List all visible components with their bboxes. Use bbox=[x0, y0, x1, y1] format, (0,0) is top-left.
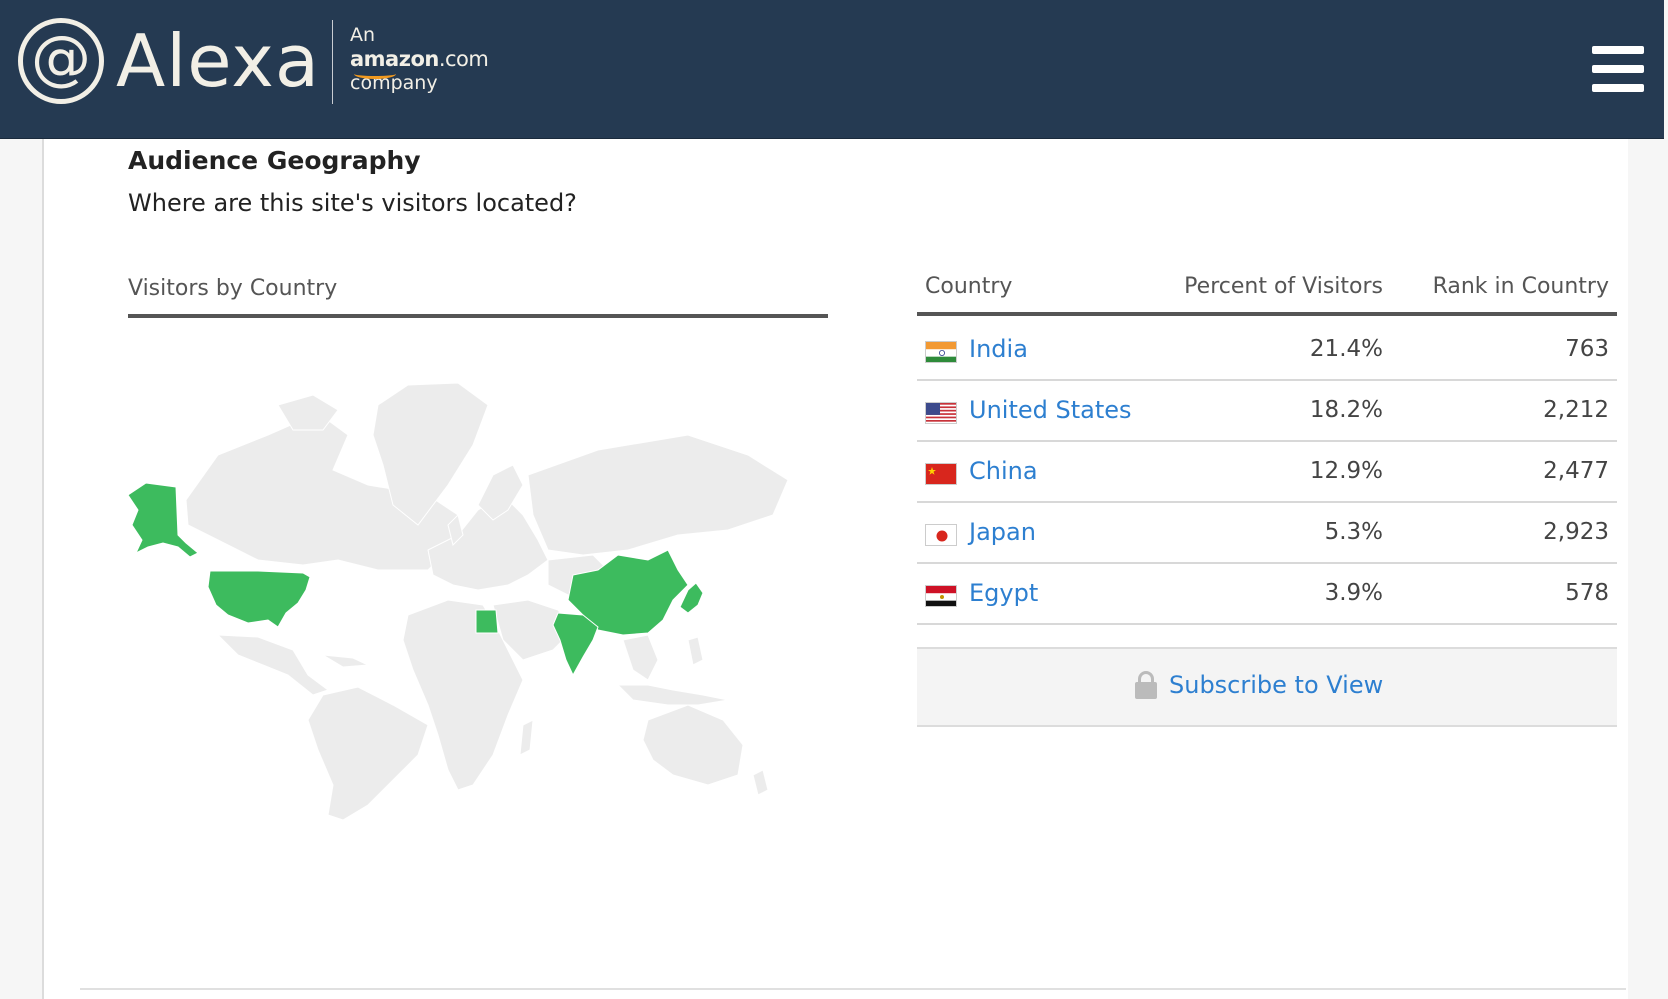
table-row: Japan 5.3% 2,923 bbox=[917, 503, 1617, 564]
country-link-india[interactable]: India bbox=[969, 335, 1028, 363]
subscribe-label: Subscribe to View bbox=[1169, 671, 1384, 699]
subscribe-content: Subscribe to View bbox=[1135, 671, 1383, 699]
table-row: Egypt 3.9% 578 bbox=[917, 564, 1617, 625]
logo-divider bbox=[332, 20, 333, 104]
map-madagascar bbox=[519, 719, 534, 756]
map-southeast-asia bbox=[622, 634, 659, 681]
map-new-zealand bbox=[752, 769, 769, 796]
map-egypt-highlight[interactable] bbox=[475, 609, 499, 634]
amazon-text: amazon bbox=[350, 46, 439, 71]
column-header-percent: Percent of Visitors bbox=[1184, 274, 1383, 299]
section-divider bbox=[80, 988, 1626, 990]
map-mexico bbox=[216, 634, 330, 696]
country-link-china[interactable]: China bbox=[969, 457, 1038, 485]
rank-value: 2,212 bbox=[1543, 397, 1609, 423]
india-flag-icon bbox=[925, 341, 957, 363]
map-australia bbox=[642, 704, 744, 786]
percent-value: 21.4% bbox=[1309, 336, 1383, 362]
map-indonesia bbox=[616, 684, 729, 706]
country-link-egypt[interactable]: Egypt bbox=[969, 579, 1038, 607]
top-nav-bar: @ Alexa An amazon.com company bbox=[0, 0, 1664, 139]
amazon-com-text: .com bbox=[438, 46, 489, 71]
rank-value: 578 bbox=[1565, 580, 1609, 606]
alexa-wordmark: Alexa bbox=[116, 19, 321, 103]
us-flag-icon bbox=[925, 402, 957, 424]
map-philippines bbox=[687, 636, 704, 666]
alexa-logo[interactable]: @ Alexa bbox=[18, 18, 320, 104]
map-united-states-highlight[interactable] bbox=[207, 570, 311, 628]
map-russia bbox=[527, 434, 789, 556]
map-caribbean bbox=[322, 654, 370, 668]
china-flag-icon bbox=[925, 463, 957, 485]
rank-value: 2,477 bbox=[1543, 458, 1609, 484]
hamburger-menu-icon[interactable] bbox=[1592, 46, 1644, 92]
egypt-flag-icon bbox=[925, 585, 957, 607]
section-subtitle: Where are this site's visitors located? bbox=[128, 189, 577, 217]
amazon-tagline: An amazon.com company bbox=[350, 24, 489, 95]
rank-value: 2,923 bbox=[1543, 519, 1609, 545]
map-title-rule bbox=[128, 314, 828, 318]
amazon-smile-icon bbox=[354, 69, 396, 79]
tagline-an: An bbox=[350, 24, 376, 46]
world-map bbox=[128, 382, 789, 821]
table-row: United States 18.2% 2,212 bbox=[917, 381, 1617, 442]
section-title: Audience Geography bbox=[128, 146, 421, 175]
map-title: Visitors by Country bbox=[128, 276, 338, 301]
menu-bar-2 bbox=[1592, 65, 1644, 73]
menu-bar-3 bbox=[1592, 84, 1644, 92]
menu-bar-1 bbox=[1592, 46, 1644, 54]
table-header: Country Percent of Visitors Rank in Coun… bbox=[917, 268, 1617, 316]
alexa-at-icon: @ bbox=[18, 18, 104, 104]
japan-flag-icon bbox=[925, 524, 957, 546]
rank-value: 763 bbox=[1565, 336, 1609, 362]
lock-icon bbox=[1135, 671, 1157, 699]
amazon-wordmark: amazon.com bbox=[350, 46, 489, 79]
percent-value: 18.2% bbox=[1309, 397, 1383, 423]
map-india-highlight[interactable] bbox=[552, 612, 599, 677]
percent-value: 12.9% bbox=[1309, 458, 1383, 484]
percent-value: 5.3% bbox=[1324, 519, 1383, 545]
map-south-america bbox=[307, 686, 429, 821]
percent-value: 3.9% bbox=[1324, 580, 1383, 606]
country-link-japan[interactable]: Japan bbox=[969, 518, 1036, 546]
country-link-united-states[interactable]: United States bbox=[969, 396, 1132, 424]
table-row: China 12.9% 2,477 bbox=[917, 442, 1617, 503]
column-header-rank: Rank in Country bbox=[1432, 274, 1609, 299]
subscribe-to-view-button[interactable]: Subscribe to View bbox=[917, 647, 1617, 727]
column-header-country: Country bbox=[925, 274, 1013, 299]
table-row: India 21.4% 763 bbox=[917, 320, 1617, 381]
